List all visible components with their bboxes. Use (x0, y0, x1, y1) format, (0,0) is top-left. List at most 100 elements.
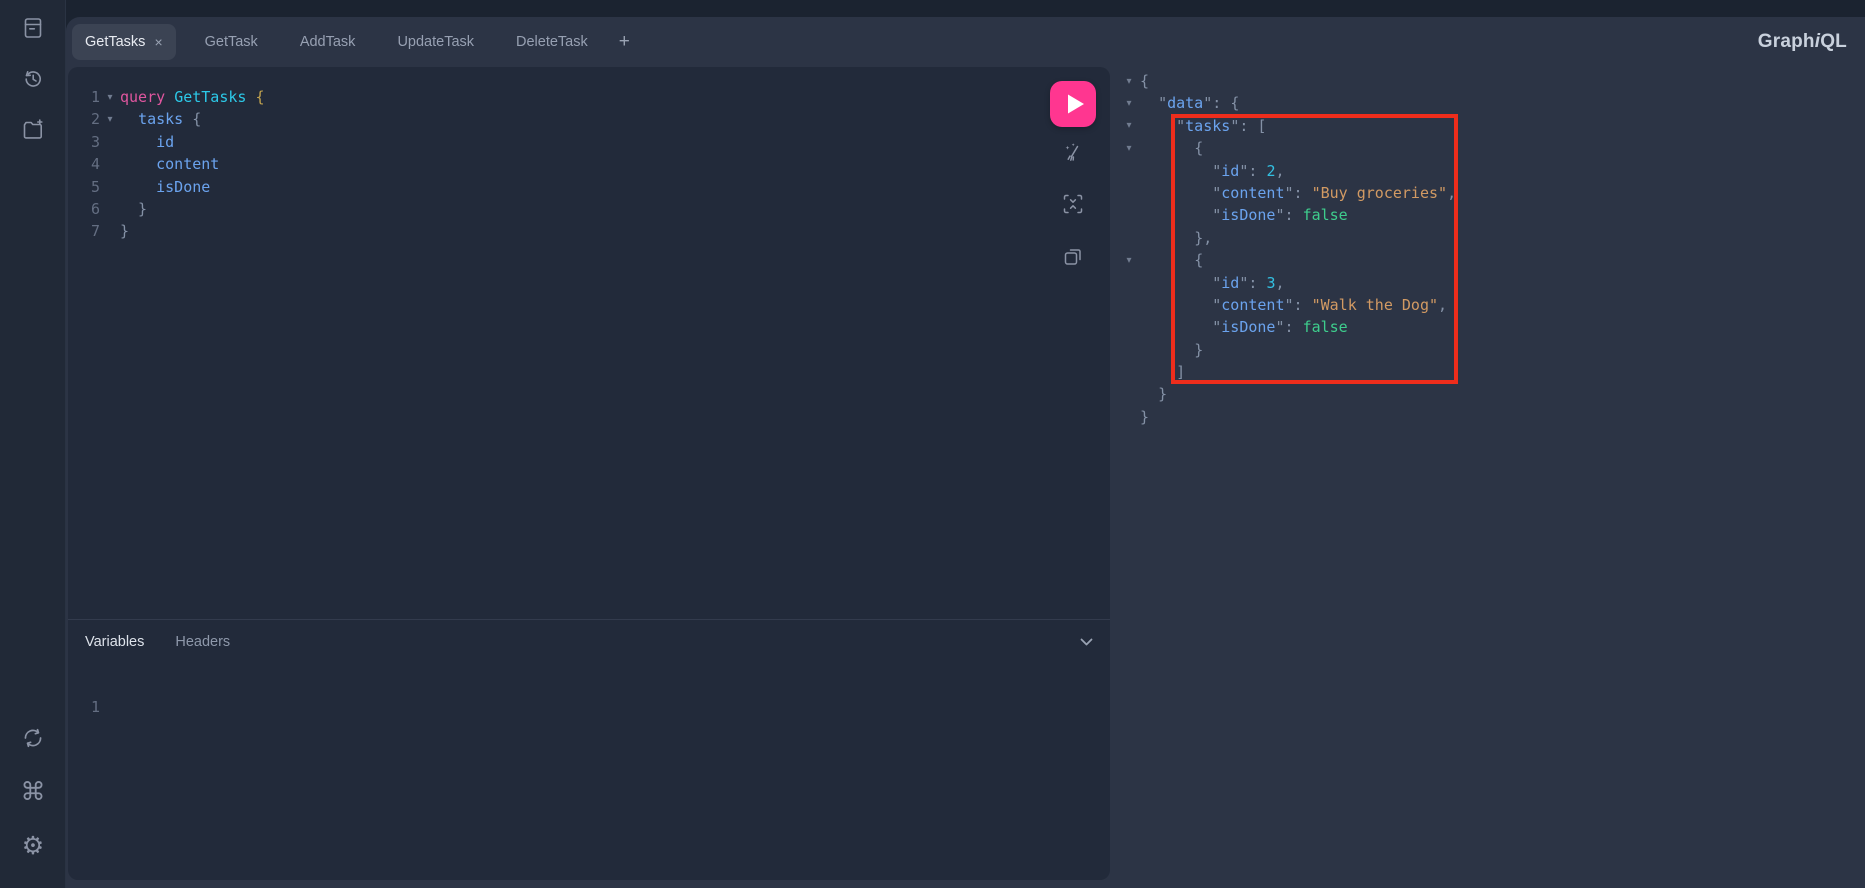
response-line: ▾ "tasks": [ (1118, 115, 1865, 137)
response-text: "isDone": false (1140, 204, 1348, 226)
response-line: } (1118, 339, 1865, 361)
response-line: ▾ "data": { (1118, 92, 1865, 114)
tab-label: UpdateTask (397, 34, 474, 50)
response-line: ▾ { (1118, 249, 1865, 271)
response-text: "isDone": false (1140, 316, 1348, 338)
line-number: 7 (68, 220, 100, 242)
tab-variables[interactable]: Variables (85, 634, 144, 650)
graphiql-app: ⌘⚙ GetTasks×GetTaskAddTaskUpdateTaskDele… (0, 0, 1865, 888)
response-text: "content": "Buy groceries", (1140, 182, 1456, 204)
tab-gettasks[interactable]: GetTasks × (72, 24, 176, 60)
response-text: { (1140, 249, 1203, 271)
line-number: 1 (68, 86, 100, 108)
history-icon[interactable] (19, 65, 47, 93)
response-line: ] (1118, 361, 1865, 383)
query-line[interactable]: 7} (68, 220, 265, 242)
response-text: { (1140, 70, 1149, 92)
sidebar: ⌘⚙ (0, 0, 66, 888)
close-tab-icon[interactable]: × (154, 34, 162, 50)
fold-icon[interactable]: ▾ (100, 92, 120, 103)
refetch-schema-icon[interactable] (19, 724, 47, 752)
response-text: } (1140, 383, 1167, 405)
response-text: "data": { (1140, 92, 1239, 114)
tab-label: AddTask (300, 34, 356, 50)
collapse-node-icon[interactable]: ▾ (1118, 76, 1140, 87)
collapse-node-icon[interactable]: ▾ (1118, 120, 1140, 131)
collapse-secondary-editor-button[interactable] (1080, 638, 1093, 647)
query-line[interactable]: 6 } (68, 198, 265, 220)
tab-updatetask[interactable]: UpdateTask (376, 34, 495, 50)
tab-addtask[interactable]: AddTask (279, 34, 377, 50)
code-text: content (120, 153, 219, 175)
collapse-node-icon[interactable]: ▾ (1118, 98, 1140, 109)
response-text: ] (1140, 361, 1185, 383)
code-text: isDone (120, 176, 210, 198)
tab-label: DeleteTask (516, 34, 588, 50)
query-line[interactable]: 2▾ tasks { (68, 108, 265, 130)
logo-text: Graph (1758, 31, 1815, 52)
play-icon (1051, 82, 1095, 126)
editors-panel: 1▾query GetTasks {2▾ tasks {3 id4 conten… (68, 67, 1110, 880)
execute-query-button[interactable] (1050, 81, 1096, 127)
line-number: 1 (68, 696, 100, 718)
shortcuts-icon[interactable]: ⌘ (19, 778, 47, 806)
response-line: ▾{ (1118, 70, 1865, 92)
collapse-node-icon[interactable]: ▾ (1118, 255, 1140, 266)
query-line[interactable]: 3 id (68, 131, 265, 153)
sessions-container: GetTasks × GetTask AddTask UpdateTask DeleteT… (66, 17, 1865, 888)
merge-fragments-icon[interactable] (1060, 191, 1086, 217)
graphiql-logo: GraphiQL (1758, 31, 1847, 53)
code-text: } (120, 220, 129, 242)
response-line: ▾ { (1118, 137, 1865, 159)
response-line: } (1118, 406, 1865, 428)
query-line[interactable]: 4 content (68, 153, 265, 175)
query-editor[interactable]: 1▾query GetTasks {2▾ tasks {3 id4 conten… (68, 86, 265, 243)
response-panel: ▾{▾ "data": {▾ "tasks": [▾ { "id": 2, "c… (1118, 67, 1865, 888)
query-line[interactable]: 5 isDone (68, 176, 265, 198)
code-text: query GetTasks { (120, 86, 265, 108)
code-text: id (120, 131, 174, 153)
line-number: 5 (68, 176, 100, 198)
code-text: tasks { (120, 108, 201, 130)
chevron-down-icon (1080, 638, 1093, 647)
response-line: "isDone": false (1118, 316, 1865, 338)
collapse-node-icon[interactable]: ▾ (1118, 143, 1140, 154)
response-text: "content": "Walk the Dog", (1140, 294, 1447, 316)
response-line: "id": 3, (1118, 272, 1865, 294)
response-line: }, (1118, 227, 1865, 249)
tab-deletetask[interactable]: DeleteTask (495, 34, 609, 50)
add-tab-button[interactable]: + (609, 31, 640, 53)
code-text: } (120, 198, 147, 220)
response-text: "tasks": [ (1140, 115, 1266, 137)
variables-editor[interactable]: 1 (68, 696, 100, 718)
response-line: "isDone": false (1118, 204, 1865, 226)
line-number: 6 (68, 198, 100, 220)
response-text: "id": 3, (1140, 272, 1285, 294)
query-line[interactable]: 1▾query GetTasks { (68, 86, 265, 108)
fold-icon[interactable]: ▾ (100, 114, 120, 125)
response-line: "content": "Walk the Dog", (1118, 294, 1865, 316)
line-number: 2 (68, 108, 100, 130)
response-line: "id": 2, (1118, 160, 1865, 182)
response-text: } (1140, 339, 1203, 361)
response-text: "id": 2, (1140, 160, 1285, 182)
copy-query-icon[interactable] (1060, 243, 1086, 269)
response-line: } (1118, 383, 1865, 405)
docs-icon[interactable] (19, 14, 47, 42)
line-number: 3 (68, 131, 100, 153)
response-text: }, (1140, 227, 1212, 249)
collections-icon[interactable] (19, 116, 47, 144)
tab-headers[interactable]: Headers (175, 634, 230, 650)
secondary-editor-header: Variables Headers (68, 620, 1110, 664)
tab-gettask[interactable]: GetTask (184, 34, 279, 50)
response-line: "content": "Buy groceries", (1118, 182, 1865, 204)
line-number: 4 (68, 153, 100, 175)
response-text: { (1140, 137, 1203, 159)
editor-toolbar (1050, 81, 1096, 269)
prettify-icon[interactable] (1060, 139, 1086, 165)
logo-text: QL (1820, 31, 1847, 52)
tab-label: GetTasks (85, 34, 145, 50)
settings-icon[interactable]: ⚙ (19, 832, 47, 860)
tab-label: GetTask (205, 34, 258, 50)
response-text: } (1140, 406, 1149, 428)
